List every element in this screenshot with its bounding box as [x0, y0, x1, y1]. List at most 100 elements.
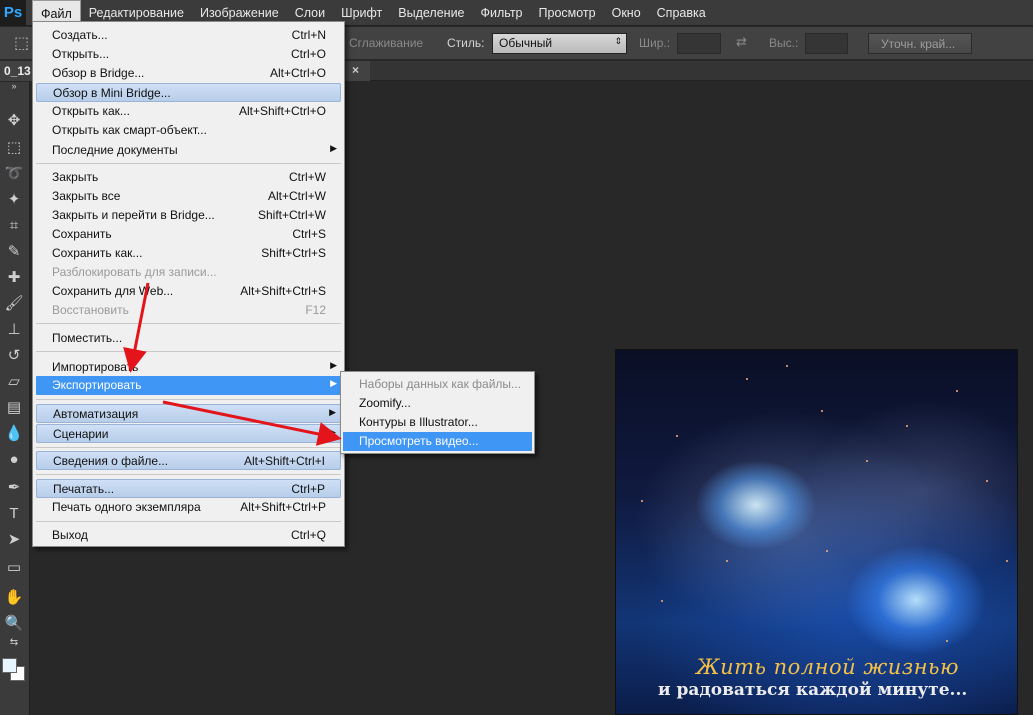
submenu-item-render-video[interactable]: Просмотреть видео...	[343, 432, 532, 451]
healing-brush-tool-icon[interactable]: ✚	[3, 267, 25, 289]
menu-item-automate[interactable]: Автоматизация ▶	[36, 404, 341, 423]
path-selection-tool-icon[interactable]: ➤	[3, 529, 25, 551]
menu-item-shortcut: F12	[305, 303, 326, 317]
menu-item-label: Экспортировать	[52, 378, 142, 392]
menu-item-scripts[interactable]: Сценарии ▶	[36, 424, 341, 443]
file-menu-dropdown: Создать... Ctrl+N Открыть... Ctrl+O Обзор …	[32, 21, 345, 547]
menu-item-label: Открыть как смарт-объект...	[52, 123, 207, 137]
menu-filter[interactable]: Фильтр	[473, 0, 531, 26]
submenu-item-label: Просмотреть видео...	[359, 434, 479, 448]
menu-item-shortcut: Ctrl+S	[292, 227, 326, 241]
blur-tool-icon[interactable]: 💧	[3, 423, 25, 445]
antialias-checkbox-label[interactable]: Сглаживание	[349, 36, 423, 50]
magic-wand-tool-icon[interactable]: ✦	[3, 189, 25, 211]
menu-item-browse-in-bridge[interactable]: Обзор в Bridge... Alt+Ctrl+O	[36, 64, 341, 83]
width-label: Шир.:	[639, 36, 671, 50]
foreground-color-swatch[interactable]	[2, 658, 17, 673]
submenu-item-label: Наборы данных как файлы...	[359, 377, 522, 391]
menu-separator	[36, 163, 341, 164]
eraser-tool-icon[interactable]: ▱	[3, 371, 25, 393]
submenu-arrow-icon: ▶	[330, 143, 337, 153]
menu-item-label: Печатать...	[53, 482, 115, 496]
menu-item-open[interactable]: Открыть... Ctrl+O	[36, 45, 341, 64]
menu-item-save[interactable]: Сохранить Ctrl+S	[36, 225, 341, 244]
move-tool-icon[interactable]: ✥	[3, 110, 25, 132]
export-submenu: Наборы данных как файлы... Zoomify... Ко…	[340, 371, 535, 454]
menu-item-open-as[interactable]: Открыть как... Alt+Shift+Ctrl+O	[36, 102, 341, 121]
menu-item-close-and-go-to-bridge[interactable]: Закрыть и перейти в Bridge... Shift+Ctrl+…	[36, 206, 341, 225]
menu-item-revert: Восстановить F12	[36, 301, 341, 320]
menu-select[interactable]: Выделение	[390, 0, 472, 26]
menu-item-new[interactable]: Создать... Ctrl+N	[36, 26, 341, 45]
menu-item-label: Выход	[52, 528, 88, 542]
menu-item-open-as-smart-object[interactable]: Открыть как смарт-объект...	[36, 121, 341, 140]
menu-item-file-info[interactable]: Сведения о файле... Alt+Shift+Ctrl+I	[36, 451, 341, 470]
gradient-tool-icon[interactable]: ▤	[3, 397, 25, 419]
panel-collapse-icon[interactable]: »	[3, 80, 25, 92]
menu-item-close[interactable]: Закрыть Ctrl+W	[36, 168, 341, 187]
swap-colors-icon[interactable]: ⇆	[3, 636, 25, 650]
close-tab-icon[interactable]: ×	[352, 63, 359, 77]
menu-item-unlock-for-writing: Разблокировать для записи...	[36, 263, 341, 282]
menu-window[interactable]: Окно	[604, 0, 649, 26]
width-input[interactable]	[677, 33, 721, 54]
style-label: Стиль:	[447, 36, 485, 50]
hand-tool-icon[interactable]: ✋	[3, 587, 25, 609]
crop-tool-icon[interactable]: ⌗	[3, 215, 25, 237]
menu-help[interactable]: Справка	[649, 0, 714, 26]
menu-item-print[interactable]: Печатать... Ctrl+P	[36, 479, 341, 498]
style-select-value: Обычный	[499, 36, 553, 50]
document-tab-title: 0_13	[4, 64, 31, 78]
menu-separator	[36, 323, 341, 324]
menu-item-place[interactable]: Поместить...	[36, 329, 341, 348]
menu-item-shortcut: Ctrl+O	[290, 47, 326, 61]
menu-separator	[36, 351, 341, 352]
menu-item-shortcut: Ctrl+Q	[290, 528, 326, 542]
submenu-arrow-icon: ▶	[330, 378, 337, 388]
history-brush-tool-icon[interactable]: ↺	[3, 345, 25, 367]
height-label: Выс.:	[769, 36, 799, 50]
menu-item-label: Сценарии	[53, 427, 109, 441]
menu-item-import[interactable]: Импортировать ▶	[36, 358, 341, 377]
menu-item-recent-documents[interactable]: Последние документы ▶	[36, 141, 341, 160]
brush-tool-icon[interactable]: 🖌	[3, 293, 25, 315]
menu-item-label: Создать...	[52, 28, 108, 42]
menu-item-shortcut: Alt+Ctrl+O	[269, 66, 326, 80]
height-input[interactable]	[805, 33, 848, 54]
style-select[interactable]: Обычный ⇕	[492, 33, 627, 54]
menu-item-label: Открыть...	[52, 47, 110, 61]
refine-edge-button[interactable]: Уточн. край...	[868, 33, 972, 54]
zoom-tool-icon[interactable]: 🔍	[3, 613, 25, 635]
type-tool-icon[interactable]: T	[3, 503, 25, 525]
menu-item-label: Последние документы	[52, 143, 178, 157]
menu-separator	[36, 521, 341, 522]
submenu-item-paths-to-illustrator[interactable]: Контуры в Illustrator...	[343, 413, 532, 432]
menu-view[interactable]: Просмотр	[531, 0, 604, 26]
swap-dimensions-icon[interactable]: ⇄	[736, 34, 747, 50]
menu-item-label: Восстановить	[52, 303, 129, 317]
menu-item-browse-in-mini-bridge[interactable]: Обзор в Mini Bridge...	[36, 83, 341, 102]
eyedropper-tool-icon[interactable]: ✎	[3, 241, 25, 263]
lasso-tool-icon[interactable]: ➰	[3, 163, 25, 185]
menu-separator	[36, 474, 341, 475]
menu-item-label: Разблокировать для записи...	[52, 265, 217, 279]
menu-item-shortcut: Alt+Shift+Ctrl+S	[240, 284, 326, 298]
pen-tool-icon[interactable]: ✒	[3, 477, 25, 499]
menu-item-close-all[interactable]: Закрыть все Alt+Ctrl+W	[36, 187, 341, 206]
marquee-tool-preset-icon[interactable]: ⬚	[14, 33, 29, 53]
clone-stamp-tool-icon[interactable]: ⊥	[3, 319, 25, 341]
submenu-item-zoomify[interactable]: Zoomify...	[343, 394, 532, 413]
menu-item-label: Закрыть все	[52, 189, 121, 203]
menu-item-save-as[interactable]: Сохранить как... Shift+Ctrl+S	[36, 244, 341, 263]
marquee-tool-icon[interactable]: ⬚	[3, 137, 25, 159]
menu-item-shortcut: Alt+Shift+Ctrl+I	[243, 454, 325, 468]
dodge-tool-icon[interactable]: ●	[3, 449, 25, 471]
menu-item-label: Автоматизация	[53, 407, 139, 421]
menu-item-print-one-copy[interactable]: Печать одного экземпляра Alt+Shift+Ctrl+P	[36, 498, 341, 517]
caption-line-2: и радоваться каждой минуте...	[658, 680, 968, 700]
menu-item-export[interactable]: Экспортировать ▶	[36, 376, 341, 395]
menu-item-exit[interactable]: Выход Ctrl+Q	[36, 526, 341, 545]
submenu-item-label: Контуры в Illustrator...	[359, 415, 478, 429]
rectangle-tool-icon[interactable]: ▭	[3, 557, 25, 579]
menu-item-save-for-web[interactable]: Сохранить для Web... Alt+Shift+Ctrl+S	[36, 282, 341, 301]
